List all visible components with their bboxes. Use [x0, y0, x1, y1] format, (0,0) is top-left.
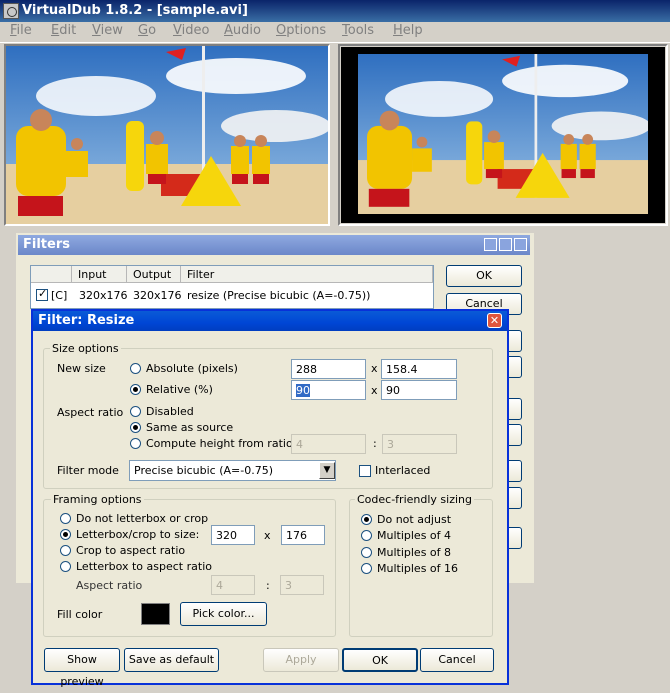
framing-aspect-label: Aspect ratio	[76, 579, 143, 592]
framing-aspect-w-field[interactable]: 4	[211, 575, 255, 595]
aspect-disabled-radio[interactable]	[130, 406, 141, 417]
ok-button[interactable]: OK	[342, 648, 418, 672]
filter-row-flag: [C]	[51, 289, 68, 302]
times-label: x	[371, 362, 378, 375]
apply-button[interactable]: Apply	[263, 648, 339, 672]
menu-file[interactable]: File	[10, 23, 32, 38]
relative-radio[interactable]	[130, 384, 141, 395]
interlaced-label[interactable]: Interlaced	[375, 464, 430, 477]
interlaced-checkbox[interactable]	[359, 465, 371, 477]
codec-mult4-label[interactable]: Multiples of 4	[377, 529, 451, 542]
size-options-label: Size options	[50, 342, 121, 355]
maximize-icon[interactable]	[499, 238, 512, 251]
save-default-button[interactable]: Save as default	[124, 648, 219, 672]
filter-mode-select[interactable]: Precise bicubic (A=-0.75)	[129, 460, 336, 481]
chevron-down-icon[interactable]: ▼	[319, 462, 335, 479]
times-label: x	[371, 384, 378, 397]
column-header-input[interactable]: Input	[72, 266, 127, 283]
close-icon[interactable]	[514, 238, 527, 251]
menu-go[interactable]: Go	[138, 23, 156, 38]
menu-video[interactable]: Video	[173, 23, 209, 38]
menu-view[interactable]: View	[92, 23, 123, 38]
cancel-button[interactable]: Cancel	[420, 648, 494, 672]
colon-label: :	[373, 437, 377, 450]
minimize-icon[interactable]	[484, 238, 497, 251]
filter-mode-label: Filter mode	[57, 464, 119, 477]
aspect-ratio-label: Aspect ratio	[57, 406, 124, 419]
same-as-source-radio[interactable]	[130, 422, 141, 433]
codec-mult4-radio[interactable]	[361, 530, 372, 541]
virtualdub-app-icon	[3, 3, 19, 19]
ratio-height-field[interactable]: 3	[382, 434, 457, 454]
letterbox-aspect-label[interactable]: Letterbox to aspect ratio	[76, 560, 212, 573]
menu-options[interactable]: Options	[276, 23, 326, 38]
menu-audio[interactable]: Audio	[224, 23, 261, 38]
colon-label: :	[266, 579, 270, 592]
compute-height-label[interactable]: Compute height from ratio:	[146, 437, 296, 450]
codec-mult16-label[interactable]: Multiples of 16	[377, 562, 458, 575]
letterbox-crop-label[interactable]: Letterbox/crop to size:	[76, 528, 199, 541]
filter-row-output: 320x176	[133, 289, 182, 302]
same-as-source-label[interactable]: Same as source	[146, 421, 233, 434]
absolute-label[interactable]: Absolute (pixels)	[146, 362, 238, 375]
relative-height-field[interactable]: 90	[381, 380, 457, 400]
window-title: VirtualDub 1.8.2 - [sample.avi]	[22, 3, 248, 18]
filter-row-input: 320x176	[79, 289, 128, 302]
letterbox-aspect-radio[interactable]	[60, 561, 71, 572]
aspect-disabled-label[interactable]: Disabled	[146, 405, 194, 418]
menu-tools[interactable]: Tools	[342, 23, 374, 38]
output-video-frame	[358, 54, 648, 214]
filter-enabled-checkbox[interactable]: ✓	[36, 287, 48, 301]
column-header-filter[interactable]: Filter	[181, 266, 433, 283]
codec-mult8-radio[interactable]	[361, 547, 372, 558]
relative-width-field[interactable]: 90	[291, 380, 366, 400]
filters-title: Filters	[23, 237, 70, 252]
codec-mult16-radio[interactable]	[361, 563, 372, 574]
show-preview-button[interactable]: Show preview	[44, 648, 120, 688]
resize-title: Filter: Resize	[38, 313, 135, 328]
column-header-output[interactable]: Output	[127, 266, 181, 283]
column-header-flag[interactable]	[31, 266, 72, 283]
new-size-label: New size	[57, 362, 106, 375]
framing-aspect-h-field[interactable]: 3	[280, 575, 324, 595]
menu-help[interactable]: Help	[393, 23, 423, 38]
filters-title-bar	[18, 235, 530, 255]
crop-aspect-radio[interactable]	[60, 545, 71, 556]
no-letterbox-radio[interactable]	[60, 513, 71, 524]
compute-height-radio[interactable]	[130, 438, 141, 449]
input-video-frame	[6, 46, 328, 224]
codec-sizing-label: Codec-friendly sizing	[355, 493, 474, 506]
absolute-height-field[interactable]: 158.4	[381, 359, 457, 379]
filters-ok-button[interactable]: OK	[446, 265, 522, 287]
framing-options-label: Framing options	[51, 493, 144, 506]
ratio-width-field[interactable]: 4	[291, 434, 366, 454]
absolute-width-field[interactable]: 288	[291, 359, 366, 379]
letterbox-crop-radio[interactable]	[60, 529, 71, 540]
menu-edit[interactable]: Edit	[51, 23, 76, 38]
absolute-radio[interactable]	[130, 363, 141, 374]
codec-mult8-label[interactable]: Multiples of 8	[377, 546, 451, 559]
fill-color-swatch	[141, 603, 170, 625]
crop-aspect-label[interactable]: Crop to aspect ratio	[76, 544, 185, 557]
fill-color-label: Fill color	[57, 608, 103, 621]
codec-no-adjust-label[interactable]: Do not adjust	[377, 513, 451, 526]
no-letterbox-label[interactable]: Do not letterbox or crop	[76, 512, 208, 525]
times-label: x	[264, 529, 271, 542]
letterbox-height-field[interactable]: 176	[281, 525, 325, 545]
relative-label[interactable]: Relative (%)	[146, 383, 213, 396]
codec-no-adjust-radio[interactable]	[361, 514, 372, 525]
letterbox-width-field[interactable]: 320	[211, 525, 255, 545]
pick-color-button[interactable]: Pick color...	[180, 602, 267, 626]
filter-row-name[interactable]: resize (Precise bicubic (A=-0.75))	[187, 289, 370, 302]
resize-close-icon[interactable]: ✕	[487, 313, 502, 328]
